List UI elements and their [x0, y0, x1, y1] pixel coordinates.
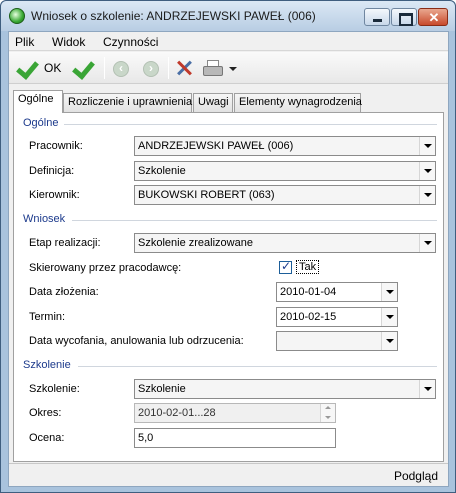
chevron-down-icon[interactable] [419, 137, 435, 155]
ocena-value: 5,0 [138, 432, 154, 444]
minimize-button[interactable] [364, 8, 390, 26]
okres-spinner[interactable]: 2010-02-01...28 [134, 403, 336, 423]
check-icon [17, 57, 39, 77]
back-icon[interactable]: ‹ [113, 61, 129, 77]
etap-label: Etap realizacji: [29, 237, 101, 249]
chevron-down-icon[interactable] [419, 234, 435, 252]
chevron-down-icon[interactable] [381, 283, 397, 301]
group-divider [78, 366, 437, 367]
close-icon: ✕ [428, 10, 440, 25]
printer-icon[interactable] [203, 60, 223, 76]
chevron-down-icon[interactable] [419, 380, 435, 398]
group-divider [72, 220, 437, 221]
group-title-szkolenie: Szkolenie [23, 359, 71, 371]
ok-button[interactable]: OK [17, 57, 67, 79]
etap-value: Szkolenie zrealizowane [138, 237, 253, 249]
szkolenie-combo[interactable]: Szkolenie [134, 379, 436, 399]
tools-icon[interactable] [175, 59, 193, 77]
group-divider [64, 124, 437, 125]
window-title: Wniosek o szkolenie: ANDRZEJEWSKI PAWEŁ … [31, 9, 316, 23]
app-icon [9, 8, 25, 24]
pracownik-label: Pracownik: [29, 140, 83, 152]
tab-elementy-wynagrodzenia[interactable]: Elementy wynagrodzenia [234, 93, 362, 112]
tab-uwagi[interactable]: Uwagi [193, 93, 233, 112]
skierowany-checkbox[interactable] [279, 259, 292, 274]
toolbar: OK ‹ › [9, 52, 448, 84]
window-client-area: Plik Widok Czynności OK ‹ › Ogólne Rozli… [8, 31, 449, 487]
pracownik-combo[interactable]: ANDRZEJEWSKI PAWEŁ (006) [134, 136, 436, 156]
spin-up-icon[interactable] [320, 404, 335, 413]
szkolenie-value: Szkolenie [138, 383, 186, 395]
szkolenie-label: Szkolenie: [29, 383, 80, 395]
maximize-button[interactable] [391, 8, 417, 26]
chevron-down-icon[interactable] [419, 186, 435, 204]
okres-label: Okres: [29, 407, 62, 419]
menu-plik[interactable]: Plik [15, 35, 34, 49]
chevron-down-icon[interactable] [381, 308, 397, 326]
tab-panel-ogolne: Ogólne Pracownik: ANDRZEJEWSKI PAWEŁ (00… [13, 112, 444, 462]
definicja-value: Szkolenie [138, 165, 186, 177]
menu-czynnosci[interactable]: Czynności [103, 35, 158, 49]
termin-picker[interactable]: 2010-02-15 [276, 307, 398, 327]
print-dropdown-icon[interactable] [229, 67, 237, 71]
menu-bar: Plik Widok Czynności [9, 32, 448, 51]
group-title-ogolne: Ogólne [23, 117, 59, 129]
ocena-input[interactable]: 5,0 [134, 428, 336, 448]
menu-widok[interactable]: Widok [52, 35, 85, 49]
okres-value: 2010-02-01...28 [138, 407, 216, 419]
definicja-combo[interactable]: Szkolenie [134, 161, 436, 181]
close-button[interactable]: ✕ [418, 8, 448, 26]
data-zlozenia-label: Data złożenia: [29, 286, 99, 298]
kierownik-combo[interactable]: BUKOWSKI ROBERT (063) [134, 185, 436, 205]
title-bar[interactable]: Wniosek o szkolenie: ANDRZEJEWSKI PAWEŁ … [1, 1, 455, 31]
ok-label: OK [44, 61, 62, 75]
skierowany-tak-label[interactable]: Tak [296, 260, 320, 274]
app-window: Wniosek o szkolenie: ANDRZEJEWSKI PAWEŁ … [0, 0, 456, 493]
toolbar-separator [168, 57, 169, 79]
status-bar: Podgląd [9, 463, 448, 486]
data-zlozenia-value: 2010-01-04 [280, 286, 337, 298]
forward-icon[interactable]: › [143, 61, 159, 77]
etap-combo[interactable]: Szkolenie zrealizowane [134, 233, 436, 253]
skierowany-label: Skierowany przez pracodawcę: [29, 262, 182, 274]
toolbar-separator [104, 57, 105, 79]
tab-strip: Ogólne Rozliczenie i uprawnienia Uwagi E… [13, 90, 446, 113]
chevron-down-icon[interactable] [419, 162, 435, 180]
chevron-down-icon[interactable] [381, 332, 397, 350]
ocena-label: Ocena: [29, 432, 65, 444]
group-title-wniosek: Wniosek [23, 213, 66, 225]
definicja-label: Definicja: [29, 165, 75, 177]
kierownik-label: Kierownik: [29, 189, 80, 201]
pracownik-value: ANDRZEJEWSKI PAWEŁ (006) [138, 140, 294, 152]
termin-label: Termin: [29, 311, 66, 323]
tab-ogolne[interactable]: Ogólne [13, 90, 63, 113]
data-wycofania-picker[interactable] [276, 331, 398, 351]
termin-value: 2010-02-15 [280, 311, 337, 323]
kierownik-value: BUKOWSKI ROBERT (063) [138, 189, 275, 201]
data-zlozenia-picker[interactable]: 2010-01-04 [276, 282, 398, 302]
data-wycofania-label: Data wycofania, anulowania lub odrzuceni… [29, 335, 244, 347]
apply-button[interactable] [73, 57, 97, 79]
spin-down-icon[interactable] [320, 413, 335, 422]
status-text: Podgląd [393, 469, 438, 483]
tab-rozliczenie[interactable]: Rozliczenie i uprawnienia [63, 93, 192, 112]
check-save-icon [73, 57, 95, 77]
